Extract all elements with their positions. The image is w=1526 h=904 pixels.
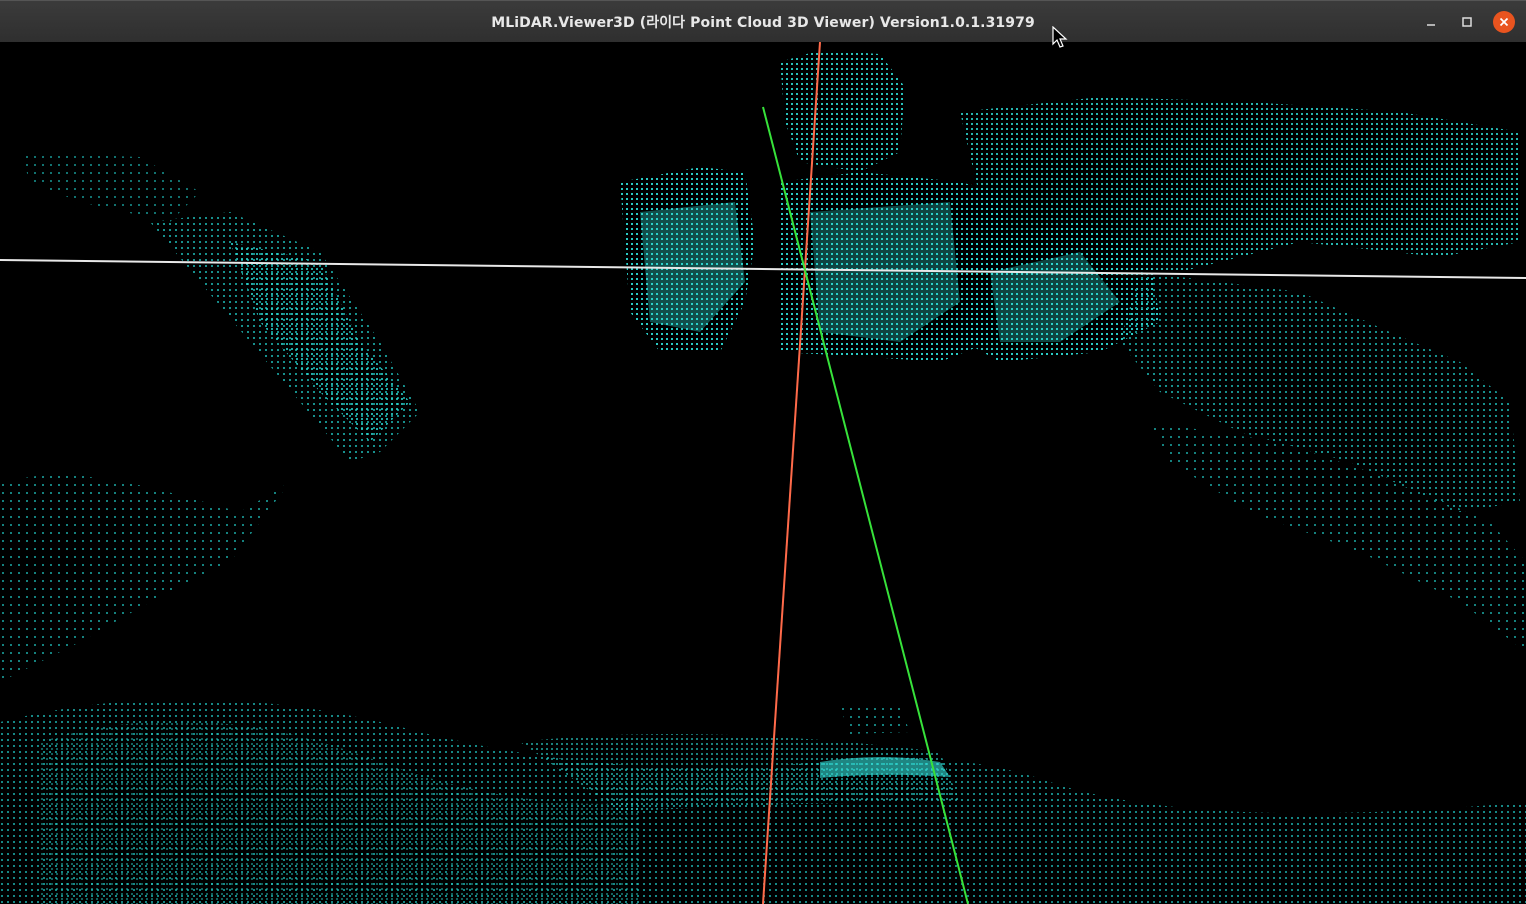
- close-button[interactable]: [1493, 11, 1515, 33]
- minimize-icon: [1427, 24, 1435, 26]
- close-icon: [1499, 17, 1509, 27]
- title-bar[interactable]: MLiDAR.Viewer3D (라이다 Point Cloud 3D View…: [0, 0, 1526, 42]
- minimize-button[interactable]: [1420, 11, 1442, 33]
- maximize-icon: [1462, 17, 1472, 27]
- point-cloud-ground: [0, 422, 1526, 904]
- app-window: MLiDAR.Viewer3D (라이다 Point Cloud 3D View…: [0, 0, 1526, 904]
- window-title: MLiDAR.Viewer3D (라이다 Point Cloud 3D View…: [491, 15, 1035, 31]
- maximize-button[interactable]: [1456, 11, 1478, 33]
- point-cloud-structures: [20, 50, 1520, 512]
- point-cloud-viewport[interactable]: [0, 42, 1526, 904]
- point-cloud-canvas[interactable]: [0, 42, 1526, 904]
